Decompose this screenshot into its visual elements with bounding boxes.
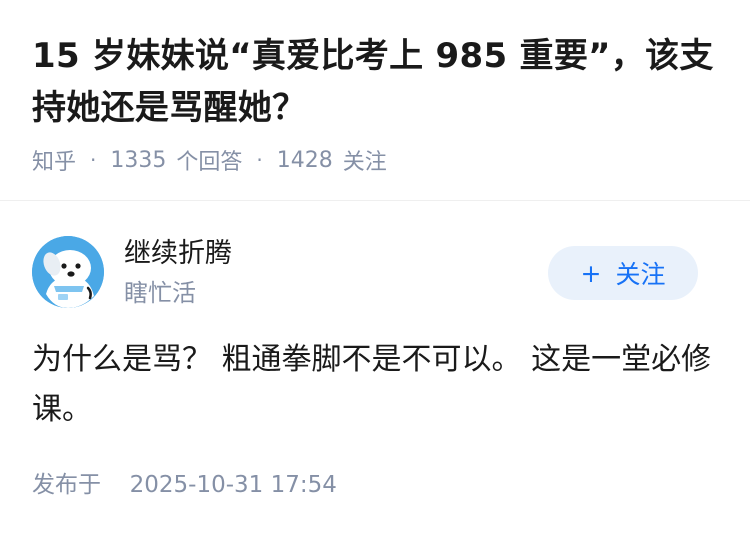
- question-meta: 知乎 · 1335 个回答 · 1428 关注: [32, 143, 387, 177]
- source-label[interactable]: 知乎: [32, 144, 76, 176]
- avatar[interactable]: [32, 236, 104, 308]
- meta-separator: ·: [256, 148, 263, 172]
- followers-count[interactable]: 1428: [277, 148, 333, 173]
- question-header: 15 岁妹妹说“真爱比考上 985 重要”，该支持她还是骂醒她？ 知乎 · 13…: [0, 0, 750, 201]
- published-label: 发布于: [32, 472, 101, 498]
- plus-icon: +: [580, 258, 602, 288]
- cartoon-dog-avatar-icon: [32, 236, 104, 308]
- author-name[interactable]: 继续折腾: [124, 234, 232, 274]
- meta-separator: ·: [90, 148, 97, 172]
- answers-count[interactable]: 1335: [110, 148, 166, 173]
- answer-time: 发布于 2025-10-31 17:54: [32, 467, 337, 503]
- author-headline: 瞎忙活: [124, 279, 196, 307]
- published-time: 2025-10-31 17:54: [129, 472, 337, 498]
- followers-label[interactable]: 关注: [343, 144, 387, 176]
- question-title[interactable]: 15 岁妹妹说“真爱比考上 985 重要”，该支持她还是骂醒她？: [32, 30, 722, 134]
- answers-label[interactable]: 个回答: [176, 144, 242, 176]
- author-row: 继续折腾 瞎忙活 + 关注: [0, 230, 750, 316]
- answer-content: 为什么是骂？ 粗通拳脚不是不可以。 这是一堂必修课。: [32, 342, 712, 427]
- follow-button[interactable]: + 关注: [548, 246, 698, 300]
- follow-button-label: 关注: [615, 260, 666, 289]
